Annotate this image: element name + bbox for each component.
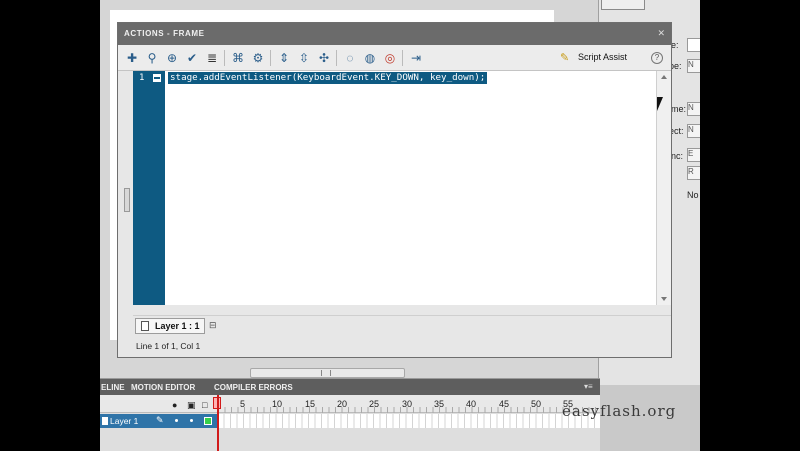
scroll-up-icon[interactable] bbox=[661, 75, 667, 79]
scroll-down-icon[interactable] bbox=[661, 297, 667, 301]
tab-layer-1[interactable]: Layer 1 : 1 bbox=[135, 318, 205, 334]
toolbar-separator bbox=[270, 50, 271, 66]
collapse-between-braces-icon[interactable]: ⇕ bbox=[276, 50, 292, 66]
toolbox-collapse-handle[interactable] bbox=[124, 188, 130, 212]
actions-toolbar: ✚ ⚲ ⊕ ✔ ≣ ⌘ ⚙ ⇕ ⇳ ✣ ◌ ◍ ◎ ⇥ ✎ Script Ass… bbox=[118, 45, 671, 71]
check-syntax-icon[interactable]: ✔ bbox=[184, 50, 200, 66]
flash-ide-window: e: pe: N me: N ect: N inc: E R No ACTION… bbox=[100, 0, 700, 451]
playhead[interactable] bbox=[217, 395, 219, 451]
prop-label-0: e: bbox=[671, 40, 679, 50]
apply-block-comment-icon[interactable]: ◌ bbox=[342, 50, 358, 66]
toolbar-separator bbox=[402, 50, 403, 66]
prop-field-3[interactable]: N bbox=[687, 124, 700, 138]
panel-menu-icon[interactable]: ▾≡ bbox=[584, 382, 593, 391]
code-fold-icon[interactable] bbox=[153, 74, 161, 82]
tab-motion-editor[interactable]: MOTION EDITOR bbox=[131, 383, 195, 392]
prop-field-4[interactable]: E bbox=[687, 148, 700, 162]
add-statement-icon[interactable]: ✚ bbox=[124, 50, 140, 66]
eye-icon[interactable]: ● bbox=[172, 400, 177, 410]
help-icon[interactable]: ? bbox=[651, 52, 663, 64]
script-assist-button[interactable]: Script Assist bbox=[578, 52, 627, 62]
panel-title: ACTIONS - FRAME bbox=[124, 29, 205, 38]
code-hint-icon[interactable]: ⌘ bbox=[230, 50, 246, 66]
prop-field-0[interactable] bbox=[687, 38, 700, 52]
expand-all-icon[interactable]: ✣ bbox=[316, 50, 332, 66]
debug-options-icon[interactable]: ⚙ bbox=[250, 50, 266, 66]
outline-color-swatch[interactable] bbox=[204, 417, 212, 425]
layer-name[interactable]: Layer 1 bbox=[110, 416, 138, 426]
script-file-icon bbox=[141, 321, 149, 331]
apply-line-comment-icon[interactable]: ◍ bbox=[362, 50, 378, 66]
line-number: 1 bbox=[139, 73, 145, 83]
actions-panel: ACTIONS - FRAME ✕ ✚ ⚲ ⊕ ✔ ≣ ⌘ ⚙ ⇕ ⇳ ✣ ◌ … bbox=[117, 22, 672, 358]
pencil-icon: ✎ bbox=[156, 415, 164, 425]
scrollbar-grip[interactable] bbox=[321, 370, 331, 376]
collapse-selection-icon[interactable]: ⇳ bbox=[296, 50, 312, 66]
prop-label-2: me: bbox=[671, 104, 687, 114]
auto-format-icon[interactable]: ≣ bbox=[204, 50, 220, 66]
visibility-dot[interactable] bbox=[175, 419, 178, 422]
frame-cells[interactable] bbox=[218, 414, 600, 428]
toolbar-separator bbox=[224, 50, 225, 66]
prop-field-2[interactable]: N bbox=[687, 102, 700, 116]
script-editor[interactable]: stage.addEventListener(KeyboardEvent.KEY… bbox=[165, 71, 656, 305]
frame-ruler[interactable] bbox=[218, 407, 600, 413]
mouse-cursor bbox=[657, 97, 663, 111]
prop-field-1[interactable]: N bbox=[687, 59, 700, 73]
timeline-tab-bar: ELINE MOTION EDITOR COMPILER ERRORS ▾≡ bbox=[100, 379, 600, 395]
find-icon[interactable]: ⚲ bbox=[144, 50, 160, 66]
show-hide-toolbox-icon[interactable]: ⇥ bbox=[408, 50, 424, 66]
prop-field-5[interactable]: R bbox=[687, 166, 700, 180]
timeline-panel: ELINE MOTION EDITOR COMPILER ERRORS ▾≡ ●… bbox=[100, 378, 600, 451]
tab-label: Layer 1 : 1 bbox=[155, 321, 200, 331]
prop-label-5: No bbox=[687, 190, 699, 200]
timeline-layer-row[interactable]: Layer 1 ✎ bbox=[100, 414, 600, 428]
close-icon[interactable]: ✕ bbox=[657, 28, 665, 39]
toolbar-separator bbox=[336, 50, 337, 66]
tab-timeline[interactable]: ELINE bbox=[101, 383, 125, 392]
tab-compiler-errors[interactable]: COMPILER ERRORS bbox=[214, 383, 293, 392]
properties-top-box bbox=[601, 0, 645, 10]
remove-comment-icon[interactable]: ◎ bbox=[382, 50, 398, 66]
target-path-icon[interactable]: ⊕ bbox=[164, 50, 180, 66]
script-tabs-row: Layer 1 : 1 ⊟ bbox=[133, 315, 671, 335]
outline-icon[interactable]: □ bbox=[202, 400, 207, 410]
lock-icon[interactable]: ▣ bbox=[187, 400, 196, 411]
pin-script-icon[interactable]: ⊟ bbox=[209, 320, 217, 331]
lock-dot[interactable] bbox=[190, 419, 193, 422]
layer-row-selected[interactable]: Layer 1 ✎ bbox=[100, 414, 218, 428]
wand-icon[interactable]: ✎ bbox=[560, 51, 574, 65]
horizontal-scrollbar[interactable] bbox=[250, 368, 405, 378]
actions-panel-titlebar[interactable]: ACTIONS - FRAME ✕ bbox=[118, 23, 671, 45]
cursor-status: Line 1 of 1, Col 1 bbox=[136, 341, 201, 351]
watermark: easyflash.org bbox=[562, 402, 677, 420]
code-line-selected[interactable]: stage.addEventListener(KeyboardEvent.KEY… bbox=[168, 72, 488, 84]
layer-icon bbox=[102, 417, 108, 425]
line-number-gutter: 1 bbox=[133, 71, 165, 305]
